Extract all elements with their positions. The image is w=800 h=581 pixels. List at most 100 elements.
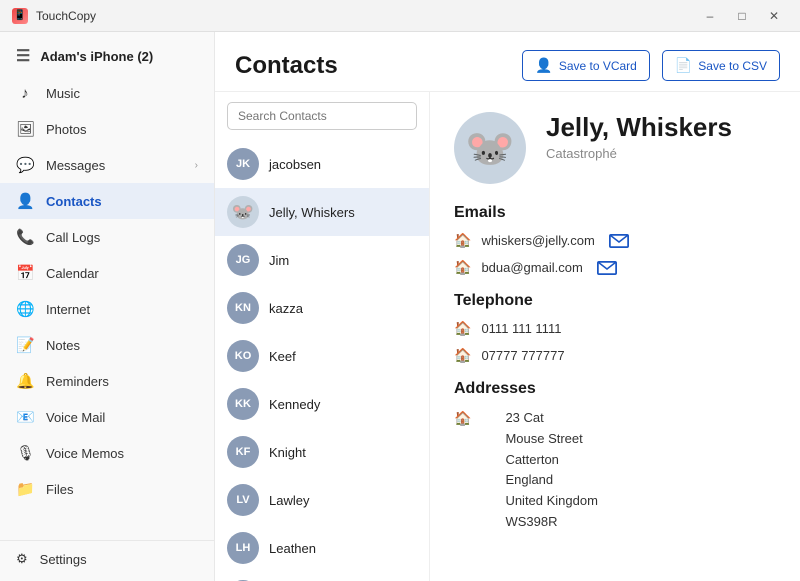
sidebar-item-call-logs[interactable]: 📞 Call Logs — [0, 219, 214, 255]
page-title: Contacts — [235, 52, 522, 80]
sidebar-label-photos: Photos — [46, 122, 86, 137]
gear-icon: ⚙ — [16, 551, 28, 567]
contact-avatar: KF — [227, 436, 259, 468]
sidebar-item-photos[interactable]: 🖼 Photos — [0, 111, 214, 147]
music-icon: ♪ — [16, 85, 34, 102]
address-line: England — [505, 470, 598, 491]
list-item[interactable]: 🐭 Jelly, Whiskers — [215, 188, 429, 236]
contact-name: Keef — [269, 349, 296, 364]
sidebar-label-notes: Notes — [46, 338, 80, 353]
vcard-icon: 👤 — [535, 57, 552, 74]
list-item[interactable]: KK Kennedy — [215, 380, 429, 428]
contact-detail: 🐭 Jelly, Whiskers Catastrophé Emails 🏠 w… — [430, 92, 800, 581]
sidebar-label-contacts: Contacts — [46, 194, 102, 209]
sidebar-label-voice-mail: Voice Mail — [46, 410, 105, 425]
window-controls: – □ ✕ — [696, 2, 788, 30]
call-logs-icon: 📞 — [16, 228, 34, 246]
contact-name: Knight — [269, 445, 306, 460]
contact-avatar: JK — [227, 148, 259, 180]
list-item[interactable]: LH Leathen — [215, 524, 429, 572]
address-block: 23 CatMouse StreetCattertonEnglandUnited… — [505, 408, 598, 533]
contact-avatar: JG — [227, 244, 259, 276]
close-button[interactable]: ✕ — [760, 2, 788, 30]
telephone-section-title: Telephone — [454, 292, 776, 310]
contact-list: JK jacobsen 🐭 Jelly, Whiskers JG Jim KN … — [215, 140, 429, 581]
device-label: ☰ Adam's iPhone (2) — [0, 32, 214, 76]
voice-mail-icon: 📧 — [16, 408, 34, 426]
address-line: Mouse Street — [505, 429, 598, 450]
list-item[interactable]: LM Lloyd — [215, 572, 429, 581]
app-icon: 📱 — [12, 8, 28, 24]
sidebar-item-music[interactable]: ♪ Music — [0, 76, 214, 111]
detail-subtitle: Catastrophé — [546, 146, 732, 161]
sidebar-item-files[interactable]: 📁 Files — [0, 471, 214, 507]
sidebar-nav: ♪ Music 🖼 Photos 💬 Messages › 👤 Contacts… — [0, 76, 214, 540]
files-icon: 📁 — [16, 480, 34, 498]
sidebar-label-call-logs: Call Logs — [46, 230, 100, 245]
sidebar-item-calendar[interactable]: 📅 Calendar — [0, 255, 214, 291]
phone-value-1: 0111 111 1111 — [481, 321, 561, 336]
sidebar-label-reminders: Reminders — [46, 374, 109, 389]
email-value-1: whiskers@jelly.com — [481, 233, 594, 248]
minimize-button[interactable]: – — [696, 2, 724, 30]
sidebar-item-voice-memos[interactable]: 🎙 Voice Memos — [0, 435, 214, 471]
messages-icon: 💬 — [16, 156, 34, 174]
sidebar-label-music: Music — [46, 86, 80, 101]
email-icon-2: 🏠 — [454, 259, 471, 276]
email-link-2[interactable] — [597, 261, 617, 275]
save-to-vcard-button[interactable]: 👤 Save to VCard — [522, 50, 649, 81]
phone-value-2: 07777 777777 — [481, 348, 564, 363]
photos-icon: 🖼 — [16, 120, 34, 138]
sidebar-item-reminders[interactable]: 🔔 Reminders — [0, 363, 214, 399]
csv-icon: 📄 — [675, 57, 692, 74]
address-line: WS398R — [505, 512, 598, 533]
sidebar: ☰ Adam's iPhone (2) ♪ Music 🖼 Photos 💬 M… — [0, 32, 215, 581]
contacts-icon: 👤 — [16, 192, 34, 210]
app-body: ☰ Adam's iPhone (2) ♪ Music 🖼 Photos 💬 M… — [0, 32, 800, 581]
detail-header: 🐭 Jelly, Whiskers Catastrophé — [454, 112, 776, 184]
email-icon-1: 🏠 — [454, 232, 471, 249]
main-content: Contacts 👤 Save to VCard 📄 Save to CSV — [215, 32, 800, 581]
contact-name: Leathen — [269, 541, 316, 556]
sidebar-item-notes[interactable]: 📝 Notes — [0, 327, 214, 363]
contacts-body: JK jacobsen 🐭 Jelly, Whiskers JG Jim KN … — [215, 92, 800, 581]
email-row-2: 🏠 bdua@gmail.com — [454, 259, 776, 276]
address-row-1: 🏠 23 CatMouse StreetCattertonEnglandUnit… — [454, 408, 776, 533]
list-item[interactable]: KO Keef — [215, 332, 429, 380]
header-actions: 👤 Save to VCard 📄 Save to CSV — [522, 50, 780, 81]
sidebar-item-messages[interactable]: 💬 Messages › — [0, 147, 214, 183]
email-value-2: bdua@gmail.com — [481, 260, 582, 275]
chevron-icon: › — [195, 160, 198, 171]
list-item[interactable]: JG Jim — [215, 236, 429, 284]
voice-memos-icon: 🎙 — [16, 444, 34, 462]
settings-label: Settings — [40, 552, 87, 567]
phone-icon-2: 🏠 — [454, 347, 471, 364]
notes-icon: 📝 — [16, 336, 34, 354]
sidebar-item-internet[interactable]: 🌐 Internet — [0, 291, 214, 327]
save-to-csv-button[interactable]: 📄 Save to CSV — [662, 50, 780, 81]
calendar-icon: 📅 — [16, 264, 34, 282]
contact-name: kazza — [269, 301, 303, 316]
list-item[interactable]: LV Lawley — [215, 476, 429, 524]
maximize-button[interactable]: □ — [728, 2, 756, 30]
sidebar-item-voice-mail[interactable]: 📧 Voice Mail — [0, 399, 214, 435]
contact-list-pane: JK jacobsen 🐭 Jelly, Whiskers JG Jim KN … — [215, 92, 430, 581]
hamburger-icon[interactable]: ☰ — [16, 46, 30, 66]
list-item[interactable]: KN kazza — [215, 284, 429, 332]
phone-icon-1: 🏠 — [454, 320, 471, 337]
sidebar-label-messages: Messages — [46, 158, 105, 173]
sidebar-item-contacts[interactable]: 👤 Contacts — [0, 183, 214, 219]
sidebar-item-settings[interactable]: ⚙ Settings — [0, 540, 214, 581]
sidebar-label-voice-memos: Voice Memos — [46, 446, 124, 461]
email-link-1[interactable] — [609, 234, 629, 248]
emails-section-title: Emails — [454, 204, 776, 222]
search-input[interactable] — [227, 102, 417, 130]
contact-avatar: LV — [227, 484, 259, 516]
addresses-section-title: Addresses — [454, 380, 776, 398]
list-item[interactable]: KF Knight — [215, 428, 429, 476]
contact-avatar: KO — [227, 340, 259, 372]
app-title: TouchCopy — [36, 9, 696, 23]
contact-avatar: KK — [227, 388, 259, 420]
content-header: Contacts 👤 Save to VCard 📄 Save to CSV — [215, 32, 800, 92]
list-item[interactable]: JK jacobsen — [215, 140, 429, 188]
